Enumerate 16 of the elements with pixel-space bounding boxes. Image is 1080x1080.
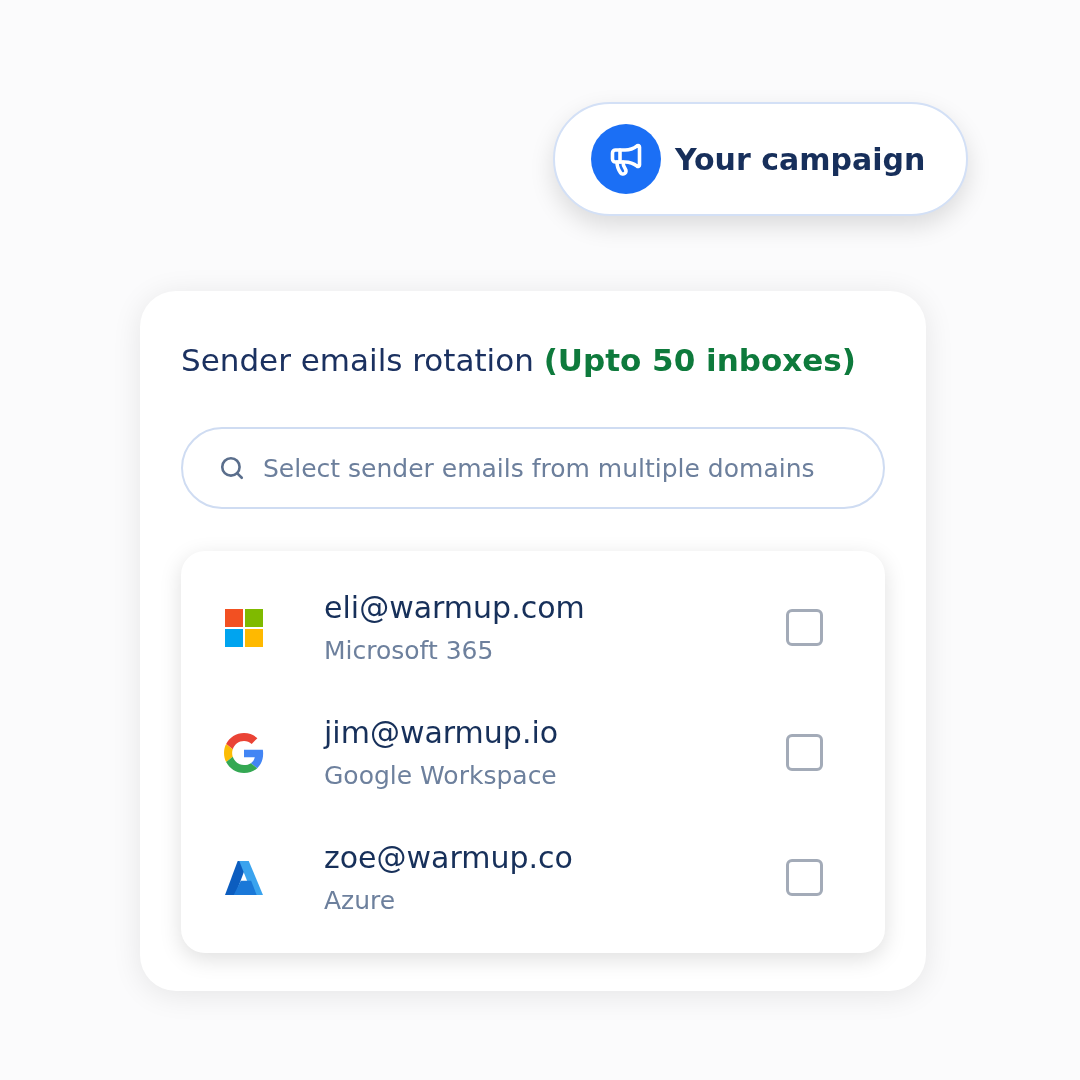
checkbox[interactable] — [786, 609, 823, 646]
account-provider: Azure — [324, 884, 396, 917]
search-icon — [219, 455, 245, 481]
card-title: Sender emails rotation (Upto 50 inboxes) — [181, 341, 857, 380]
microsoft-logo-icon — [225, 608, 263, 647]
checkbox[interactable] — [786, 859, 823, 896]
account-provider: Microsoft 365 — [324, 634, 494, 667]
google-logo-icon — [224, 732, 264, 773]
azure-logo-icon — [225, 860, 263, 895]
account-email: zoe@warmup.co — [324, 838, 573, 877]
account-email: jim@warmup.io — [324, 713, 559, 752]
account-email: eli@warmup.com — [324, 588, 585, 627]
checkbox[interactable] — [786, 734, 823, 771]
badge-label: Your campaign — [675, 140, 926, 179]
search-field[interactable]: Select sender emails from multiple domains — [181, 427, 885, 509]
account-provider: Google Workspace — [324, 759, 557, 792]
